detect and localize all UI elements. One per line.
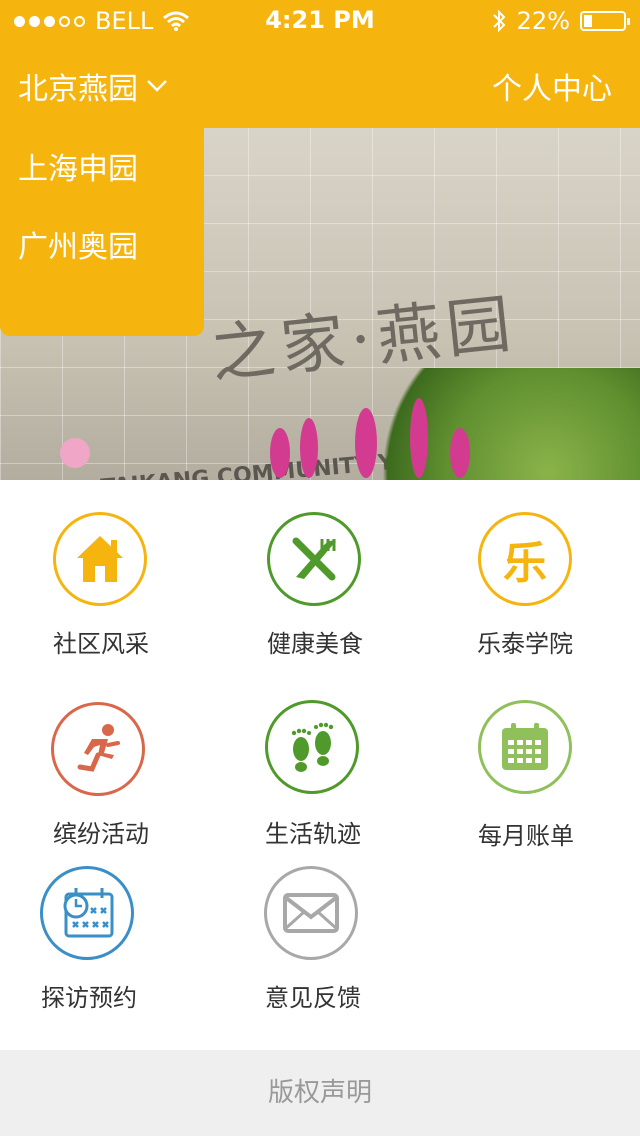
status-right: 22% xyxy=(491,7,630,35)
city-option-shanghai[interactable]: 上海申园 xyxy=(18,144,138,188)
status-bar: BELL 4:21 PM 22% xyxy=(0,0,640,40)
copyright-footer[interactable]: 版权声明 xyxy=(0,1050,640,1136)
top-navbar: 北京燕园 个人中心 xyxy=(0,40,640,128)
grid-label: 生活轨迹 xyxy=(265,820,361,848)
schedule-icon xyxy=(40,866,134,960)
city-option-guangzhou[interactable]: 广州奥园 xyxy=(18,222,138,266)
personal-center-link[interactable]: 个人中心 xyxy=(492,64,612,108)
city-selector[interactable]: 北京燕园 xyxy=(18,64,168,108)
fork-knife-icon xyxy=(267,512,361,606)
grid-label: 缤纷活动 xyxy=(53,820,149,848)
running-person-icon xyxy=(51,702,145,796)
grid-label: 乐泰学院 xyxy=(477,630,573,658)
home-icon xyxy=(53,512,147,606)
city-dropdown-menu: 上海申园 广州奥园 xyxy=(0,128,204,336)
battery-icon xyxy=(580,11,630,31)
grid-label: 社区风采 xyxy=(53,630,149,658)
grid-label: 意见反馈 xyxy=(265,984,361,1012)
grid-label: 健康美食 xyxy=(267,630,363,658)
copyright-link[interactable]: 版权声明 xyxy=(268,1078,372,1108)
footprints-icon xyxy=(265,700,359,794)
grid-label: 探访预约 xyxy=(41,984,137,1012)
chevron-down-icon xyxy=(147,80,167,92)
le-character-icon: 乐 xyxy=(478,512,572,606)
city-name: 北京燕园 xyxy=(18,72,138,107)
bluetooth-icon xyxy=(492,9,506,33)
battery-percent: 22% xyxy=(516,7,570,35)
grid-label: 每月账单 xyxy=(478,822,574,850)
envelope-icon xyxy=(264,866,358,960)
calendar-icon xyxy=(478,700,572,794)
